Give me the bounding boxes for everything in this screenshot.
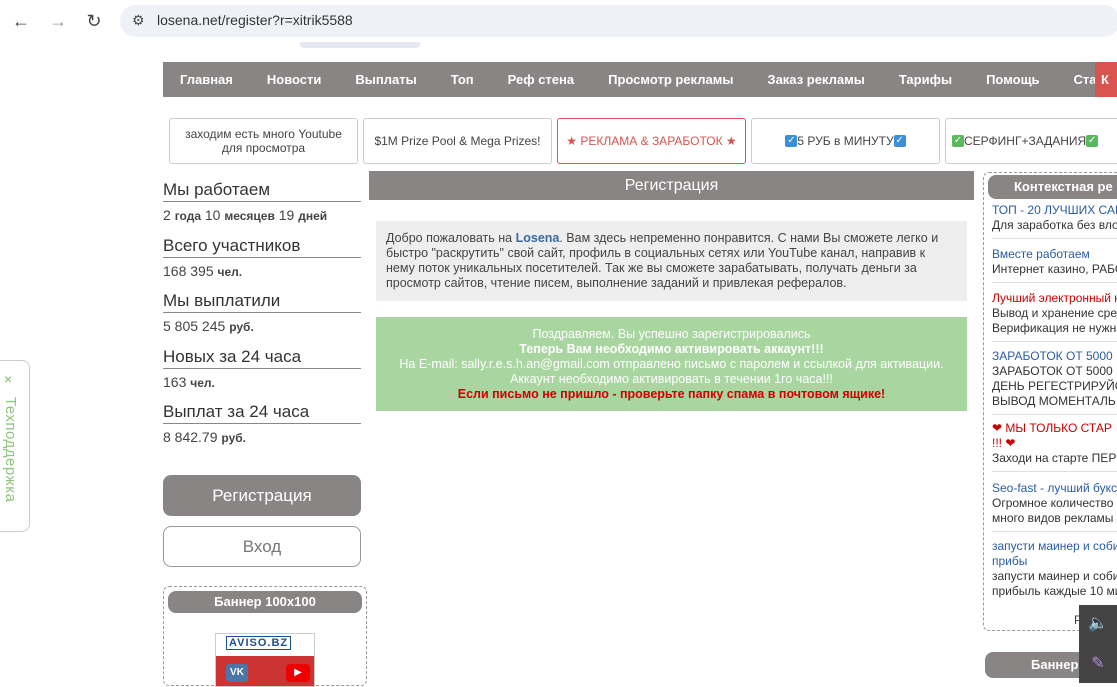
heart-icon: ❤ bbox=[1005, 436, 1016, 450]
pen-icon[interactable]: ✎ bbox=[1079, 645, 1117, 683]
vk-icon: VK bbox=[226, 664, 248, 682]
menu-item-view-ads[interactable]: Просмотр рекламы bbox=[591, 62, 750, 97]
stat-label: Мы выплатили bbox=[163, 291, 361, 313]
menu-item-home[interactable]: Главная bbox=[163, 62, 250, 97]
text-ad-label: СЕРФИНГ+ЗАДАНИЯ bbox=[964, 134, 1087, 148]
site-stats: Мы работаем 2 года 10 месяцев 19 дней Вс… bbox=[163, 180, 361, 458]
register-button[interactable]: Регистрация bbox=[163, 475, 361, 516]
context-ads-title: Контекстная ре bbox=[988, 175, 1117, 199]
check-icon: ✓ bbox=[1086, 135, 1099, 147]
text-ad[interactable]: ✓ СЕРФИНГ+ЗАДАНИЯ ✓ bbox=[945, 118, 1117, 164]
back-icon[interactable]: ← bbox=[9, 9, 33, 33]
context-ad[interactable]: ЗАРАБОТОК ОТ 5000 Р ЗАРАБОТОК ОТ 5000 Р … bbox=[992, 349, 1117, 415]
forward-icon[interactable]: → bbox=[46, 9, 70, 33]
menu-item-top[interactable]: Топ bbox=[434, 62, 491, 97]
check-icon: ✓ bbox=[952, 135, 964, 147]
stat-value: 5 805 245 руб. bbox=[163, 318, 254, 334]
banner-box: Баннер 100x100 AVISO.BZ VK ▶ bbox=[163, 586, 367, 687]
menu-item-payouts[interactable]: Выплаты bbox=[338, 62, 433, 97]
stat-label: Новых за 24 часа bbox=[163, 347, 361, 369]
menu-item-ref-wall[interactable]: Реф стена bbox=[491, 62, 591, 97]
banner-image[interactable]: AVISO.BZ VK ▶ bbox=[215, 633, 315, 687]
floating-toolbar: 🔈 ✎ bbox=[1079, 605, 1117, 683]
site-info-icon[interactable]: ⚙ bbox=[132, 12, 145, 29]
checkbox-icon: ✓ bbox=[893, 135, 906, 147]
menu-item-extra[interactable]: К bbox=[1095, 62, 1117, 97]
reload-icon[interactable]: ↻ bbox=[82, 9, 106, 33]
address-bar[interactable]: ⚙ losena.net/register?r=xitrik5588 bbox=[120, 5, 1117, 37]
heart-icon: ❤ bbox=[992, 421, 1003, 435]
banner-title: Баннер 100x100 bbox=[168, 591, 362, 613]
text-ad[interactable]: ✓ 5 РУБ в МИНУТУ ✓ bbox=[751, 118, 940, 164]
text-ads-row: заходим есть много Youtube для просмотра… bbox=[169, 118, 1117, 164]
menu-item-order-ads[interactable]: Заказ рекламы bbox=[750, 62, 881, 97]
context-ad[interactable]: Лучший электронный к Вывод и хранение ср… bbox=[992, 291, 1117, 342]
text-ad[interactable]: заходим есть много Youtube для просмотра bbox=[169, 118, 358, 164]
stat-value: 168 395 чел. bbox=[163, 262, 243, 279]
text-ad[interactable]: ★ РЕКЛАМА & ЗАРАБОТОК ★ bbox=[557, 118, 746, 164]
checkbox-icon: ✓ bbox=[785, 135, 798, 147]
menu-item-tariffs[interactable]: Тарифы bbox=[882, 62, 969, 97]
context-ad[interactable]: ❤ МЫ ТОЛЬКО СТАР !!! ❤ Заходи на старте … bbox=[992, 421, 1117, 472]
brand-link[interactable]: Losena bbox=[516, 231, 560, 245]
login-button[interactable]: Вход bbox=[163, 526, 361, 567]
menu-item-news[interactable]: Новости bbox=[250, 62, 339, 97]
welcome-message: Добро пожаловать на Losena. Вам здесь не… bbox=[376, 221, 967, 301]
banner-logo: AVISO.BZ bbox=[226, 636, 292, 650]
page-title: Регистрация bbox=[369, 171, 974, 200]
text-ad-label: 5 РУБ в МИНУТУ bbox=[797, 134, 894, 148]
stat-label: Мы работаем bbox=[163, 180, 361, 202]
browser-toolbar: ← → ↻ ⚙ losena.net/register?r=xitrik5588 bbox=[0, 0, 1117, 42]
menu-item-help[interactable]: Помощь bbox=[969, 62, 1056, 97]
stat-label: Выплат за 24 часа bbox=[163, 402, 361, 424]
header-strip bbox=[300, 42, 420, 48]
success-message: Поздравляем. Вы успешно зарегистрировали… bbox=[376, 317, 967, 411]
text-ad[interactable]: $1M Prize Pool & Mega Prizes! bbox=[363, 118, 552, 164]
support-label[interactable]: Техподдержка bbox=[2, 397, 19, 502]
stat-label: Всего участников bbox=[163, 236, 361, 258]
context-ad[interactable]: запусти маинер и соби прибы запусти маин… bbox=[992, 539, 1117, 604]
context-ad[interactable]: Вместе работаем Интернет казино, РАБО bbox=[992, 247, 1117, 283]
main-menu: Главная Новости Выплаты Топ Реф стена Пр… bbox=[163, 62, 1117, 97]
context-ad[interactable]: Seo-fast - лучший букс Огромное количест… bbox=[992, 481, 1117, 532]
url-text[interactable]: losena.net/register?r=xitrik5588 bbox=[157, 12, 353, 28]
stat-value: 2 года 10 месяцев 19 дней bbox=[163, 207, 328, 223]
close-icon[interactable]: × bbox=[4, 371, 12, 387]
context-ad[interactable]: ТОП - 20 ЛУЧШИХ САЙ Для заработка без вл… bbox=[992, 203, 1117, 239]
stat-value: 163 чел. bbox=[163, 373, 215, 390]
support-tab[interactable]: × Техподдержка bbox=[0, 360, 30, 532]
youtube-icon: ▶ bbox=[286, 664, 310, 682]
stat-value: 8 842.79 руб. bbox=[163, 429, 246, 445]
speaker-icon[interactable]: 🔈 bbox=[1079, 605, 1117, 643]
context-ads-panel: Контекстная ре ТОП - 20 ЛУЧШИХ САЙ Для з… bbox=[983, 172, 1117, 631]
